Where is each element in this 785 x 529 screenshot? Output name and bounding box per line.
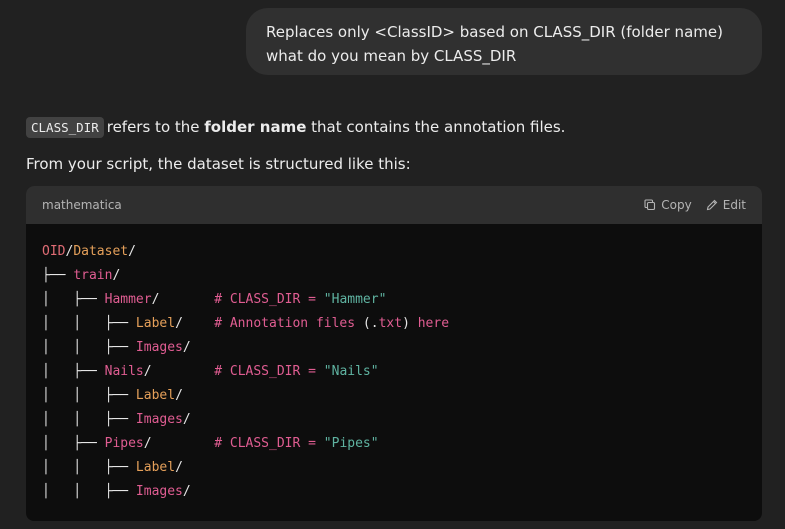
assistant-paragraph-2: From your script, the dataset is structu… (26, 155, 411, 173)
code-actions: Copy Edit (644, 198, 746, 212)
code-token: / (182, 412, 191, 427)
copy-label: Copy (661, 198, 692, 212)
code-token: Images (135, 340, 183, 355)
user-message-text: Replaces only <ClassID> based on CLASS_D… (266, 23, 723, 65)
code-line: │ ├── Hammer/ # CLASS_DIR = "Hammer" (42, 288, 746, 312)
code-body: OID/Dataset/├── train/│ ├── Hammer/ # CL… (26, 224, 762, 504)
code-token: ) (402, 316, 418, 331)
code-token: # CLASS_DIR = (214, 292, 324, 307)
code-line: │ │ ├── Images/ (42, 408, 746, 432)
code-line: │ │ ├── Images/ (42, 336, 746, 360)
code-token: "Hammer" (323, 292, 387, 307)
code-token: here (417, 316, 450, 331)
bold-text: folder name (204, 118, 307, 136)
code-token: Nails (104, 364, 144, 379)
inline-code: CLASS_DIR (26, 117, 104, 138)
code-line: ├── train/ (42, 264, 746, 288)
code-token: Pipes (104, 436, 144, 451)
code-token: / (175, 460, 183, 475)
code-token: Dataset (73, 244, 129, 259)
code-token: / (175, 316, 215, 331)
code-token: │ │ ├── (42, 316, 136, 331)
code-token: "Nails" (323, 364, 379, 379)
code-token: │ │ ├── (42, 460, 136, 475)
code-token: / (143, 436, 215, 451)
code-line: │ │ ├── Label/ (42, 384, 746, 408)
code-token: # CLASS_DIR = (214, 436, 324, 451)
code-line: │ │ ├── Label/ # Annotation files (.txt)… (42, 312, 746, 336)
code-token: │ ├── (42, 364, 105, 379)
code-token: / (182, 340, 191, 355)
code-line: │ ├── Pipes/ # CLASS_DIR = "Pipes" (42, 432, 746, 456)
code-token: │ │ ├── (42, 484, 136, 499)
code-token: # CLASS_DIR = (214, 364, 324, 379)
code-token: OID (42, 244, 66, 259)
code-token: │ │ ├── (42, 340, 136, 355)
code-token: Images (135, 412, 183, 427)
code-token: │ ├── (42, 292, 105, 307)
code-token: ├── (42, 268, 74, 283)
code-token: Label (135, 316, 176, 331)
code-token: Label (135, 460, 176, 475)
code-token: Hammer (104, 292, 152, 307)
user-message-bubble: Replaces only <ClassID> based on CLASS_D… (246, 8, 762, 75)
code-token: │ ├── (42, 436, 105, 451)
code-token: Images (135, 484, 183, 499)
paragraph-text: that contains the annotation files. (306, 118, 566, 136)
code-language-label: mathematica (42, 198, 122, 212)
code-token: (. (362, 316, 379, 331)
code-token: │ │ ├── (42, 388, 136, 403)
code-block: mathematica Copy Edit OID/Dataset/├── tr… (26, 186, 762, 521)
code-token: │ │ ├── (42, 412, 136, 427)
code-line: │ │ ├── Label/ (42, 456, 746, 480)
edit-label: Edit (722, 198, 746, 212)
copy-button[interactable]: Copy (644, 198, 692, 212)
code-token: / (143, 364, 215, 379)
code-line: OID/Dataset/ (42, 240, 746, 264)
code-token: Label (135, 388, 176, 403)
code-block-header: mathematica Copy Edit (26, 186, 762, 224)
assistant-paragraph-1: CLASS_DIR refers to the folder name that … (26, 117, 566, 138)
paragraph-text: refers to the (106, 118, 205, 136)
code-token: / (128, 244, 136, 259)
code-token: # Annotation files (214, 316, 363, 331)
edit-button[interactable]: Edit (706, 198, 746, 212)
code-line: │ ├── Nails/ # CLASS_DIR = "Nails" (42, 360, 746, 384)
code-token: "Pipes" (323, 436, 379, 451)
code-token: train (73, 268, 113, 283)
code-line: │ │ ├── Images/ (42, 480, 746, 504)
code-token: / (175, 388, 183, 403)
code-token: / (151, 292, 215, 307)
code-token: / (182, 484, 191, 499)
copy-icon (644, 199, 656, 211)
pencil-icon (706, 199, 718, 211)
code-token: / (112, 268, 121, 283)
code-token: txt (378, 316, 403, 331)
